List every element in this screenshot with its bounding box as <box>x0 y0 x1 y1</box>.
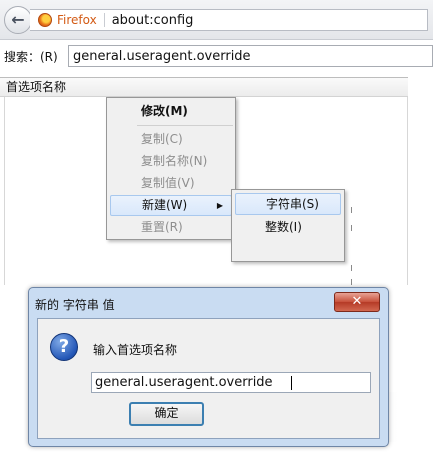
list-divider-mark <box>351 207 352 213</box>
close-icon: ✕ <box>351 294 363 309</box>
text-caret <box>291 376 292 390</box>
list-divider-mark <box>351 265 352 271</box>
menu-item-new-label: 新建(W) <box>142 198 188 212</box>
context-menu: 修改(M) 复制(C) 复制名称(N) 复制值(V) 新建(W) ▶ 重置(R) <box>106 97 236 240</box>
question-icon: ? <box>50 333 78 361</box>
menu-item-copy[interactable]: 复制(C) <box>110 129 232 150</box>
search-row: 搜索：(R) <box>0 41 433 71</box>
arrow-left-icon: ← <box>11 10 25 29</box>
address-bar[interactable]: Firefox about:config <box>30 9 428 31</box>
search-input[interactable] <box>68 45 433 67</box>
dialog-close-button[interactable]: ✕ <box>334 292 380 312</box>
menu-separator <box>137 125 233 126</box>
browser-toolbar: ← Firefox about:config <box>0 0 433 40</box>
submenu-item-string[interactable]: 字符串(S) <box>235 193 341 215</box>
submenu-item-integer[interactable]: 整数(I) <box>235 216 341 238</box>
list-divider-mark <box>351 225 352 231</box>
new-string-dialog: 新的 字符串 值 ✕ ? 输入首选项名称 确定 <box>28 287 389 447</box>
menu-item-modify[interactable]: 修改(M) <box>110 101 232 122</box>
firefox-logo-icon <box>38 13 52 27</box>
back-button[interactable]: ← <box>4 6 32 34</box>
preference-name-input[interactable] <box>91 372 371 393</box>
identity-label: Firefox <box>57 13 97 27</box>
column-header-preference-name[interactable]: 首选项名称 <box>0 77 408 97</box>
new-submenu: 字符串(S) 整数(I) <box>231 189 345 262</box>
menu-item-copy-value[interactable]: 复制值(V) <box>110 173 232 194</box>
address-divider <box>103 13 105 27</box>
menu-item-new[interactable]: 新建(W) ▶ <box>110 195 232 216</box>
menu-item-reset[interactable]: 重置(R) <box>110 217 232 238</box>
list-divider-mark <box>351 279 352 285</box>
dialog-title: 新的 字符串 值 <box>35 298 115 312</box>
dialog-prompt: 输入首选项名称 <box>93 343 178 357</box>
ok-button[interactable]: 确定 <box>129 402 204 426</box>
search-label: 搜索：(R) <box>4 49 58 64</box>
address-text: about:config <box>111 12 194 28</box>
menu-item-copy-name[interactable]: 复制名称(N) <box>110 151 232 172</box>
dialog-body: ? 输入首选项名称 确定 <box>37 318 380 439</box>
submenu-arrow-icon: ▶ <box>216 201 223 210</box>
